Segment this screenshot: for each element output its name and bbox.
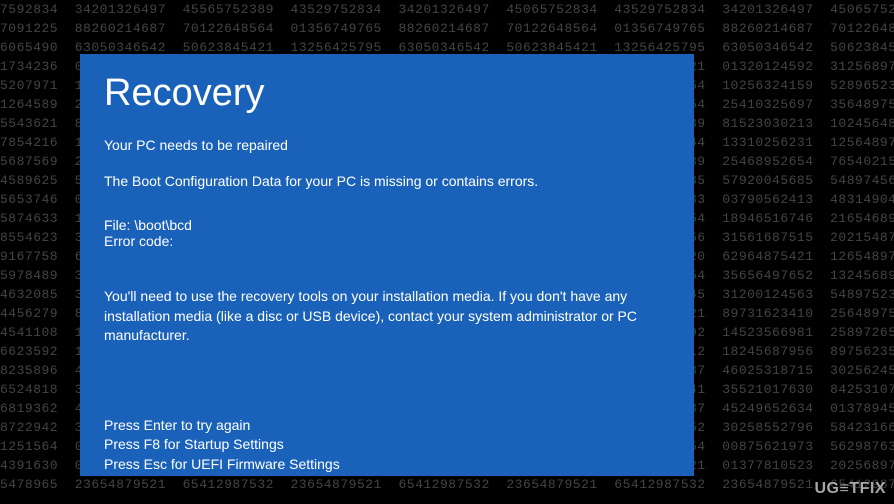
- key-hint-f8[interactable]: Press F8 for Startup Settings: [104, 435, 670, 455]
- recovery-file-path: File: \boot\bcd: [104, 217, 670, 233]
- key-hint-esc[interactable]: Press Esc for UEFI Firmware Settings: [104, 455, 670, 475]
- watermark-logo: UG≡TFIX: [815, 480, 887, 498]
- recovery-key-hints: Press Enter to try again Press F8 for St…: [104, 416, 670, 475]
- recovery-screen: Recovery Your PC needs to be repaired Th…: [80, 54, 694, 476]
- key-hint-enter[interactable]: Press Enter to try again: [104, 416, 670, 436]
- recovery-error-code: Error code:: [104, 233, 670, 249]
- recovery-subtitle: Your PC needs to be repaired: [104, 137, 670, 153]
- recovery-title: Recovery: [104, 72, 670, 115]
- recovery-help-text: You'll need to use the recovery tools on…: [104, 287, 670, 346]
- recovery-message: The Boot Configuration Data for your PC …: [104, 173, 670, 189]
